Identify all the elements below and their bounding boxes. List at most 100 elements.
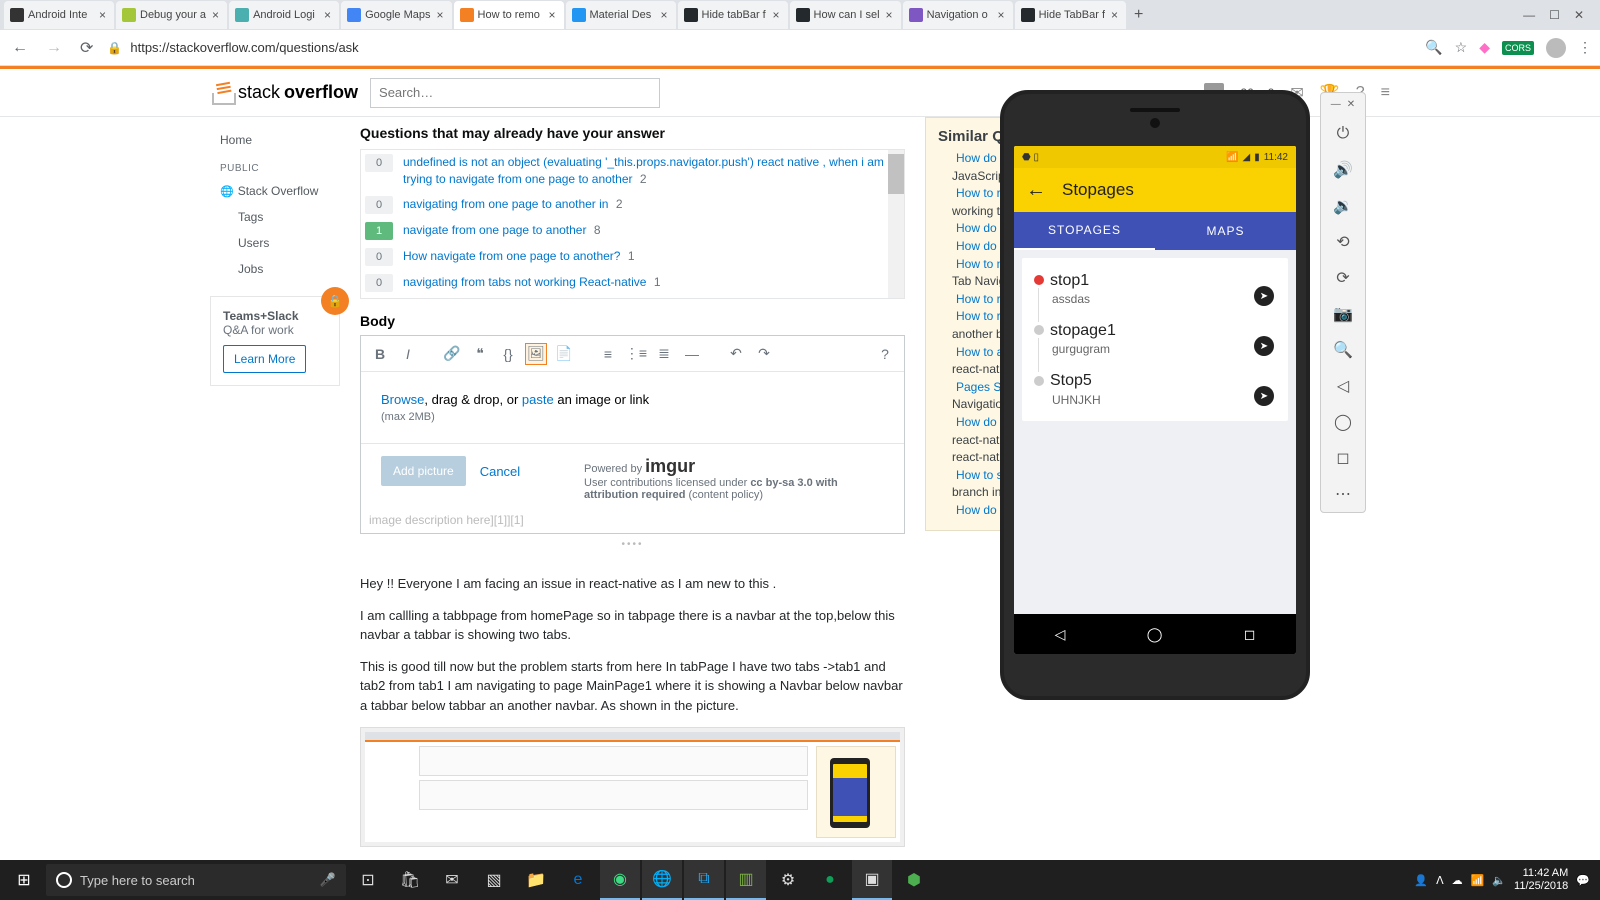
android-studio-icon[interactable]: ◉ [600, 860, 640, 900]
help-icon[interactable]: ? [874, 343, 896, 365]
start-button[interactable]: ⊞ [4, 860, 44, 900]
forward-icon[interactable]: → [42, 35, 66, 61]
browse-link[interactable]: Browse [381, 392, 424, 407]
browser-tab[interactable]: Navigation o× [903, 1, 1013, 29]
code-icon[interactable]: {} [497, 343, 519, 365]
volume-tray-icon[interactable]: 🔈 [1492, 874, 1506, 887]
emu-home-icon[interactable]: ◯ [1328, 410, 1358, 434]
nav-tags[interactable]: Tags [210, 204, 360, 230]
nav-stackoverflow[interactable]: Stack Overflow [210, 178, 360, 204]
reload-icon[interactable]: ⟳ [76, 34, 97, 62]
mail-icon[interactable]: ✉ [432, 860, 472, 900]
minimize-icon[interactable]: — [1523, 8, 1535, 22]
suggestion-row[interactable]: 0How navigate from one page to another? … [361, 244, 904, 270]
search-input[interactable] [370, 78, 660, 108]
avd-icon[interactable]: ⬢ [894, 860, 934, 900]
browser-tab[interactable]: Debug your a× [116, 1, 227, 29]
nav-home[interactable]: Home [210, 127, 360, 153]
emulator-launcher-icon[interactable]: ▥ [726, 860, 766, 900]
suggestion-row[interactable]: 2Show loading when navigate from one vie… [361, 296, 904, 299]
close-icon[interactable]: × [996, 8, 1007, 22]
browser-tab[interactable]: Material Des× [566, 1, 676, 29]
heading-icon[interactable]: ≣ [653, 343, 675, 365]
people-icon[interactable]: 👤 [1414, 874, 1428, 887]
power-icon[interactable]: ⏻ [1328, 122, 1358, 146]
snippet-icon[interactable]: 📄 [553, 343, 575, 365]
browser-tab[interactable]: Android Logi× [229, 1, 339, 29]
nav-back-icon[interactable]: ◁ [1055, 626, 1066, 643]
tab-stopages[interactable]: STOPAGES [1014, 212, 1155, 250]
more-icon[interactable]: ⋯ [1328, 482, 1358, 506]
list-item[interactable]: stop1 assdas ➤ [1022, 264, 1288, 314]
link-icon[interactable]: 🔗 [441, 343, 463, 365]
wifi-tray-icon[interactable]: 📶 [1471, 874, 1485, 887]
taskbar-search[interactable]: Type here to search 🎤 [46, 864, 346, 896]
app-icon[interactable]: ● [810, 860, 850, 900]
add-picture-button[interactable]: Add picture [381, 456, 466, 486]
explorer-icon[interactable]: 📁 [516, 860, 556, 900]
list-item[interactable]: Stop5 UHNJKH ➤ [1022, 364, 1288, 414]
mic-icon[interactable]: 🎤 [320, 872, 336, 888]
emu-back-icon[interactable]: ◁ [1328, 374, 1358, 398]
maximize-icon[interactable]: ☐ [1549, 8, 1560, 22]
hr-icon[interactable]: ― [681, 343, 703, 365]
compass-icon[interactable]: ➤ [1254, 286, 1274, 306]
close-icon[interactable]: × [884, 8, 895, 22]
extension-badge[interactable]: CORS [1502, 41, 1534, 55]
suggestion-row[interactable]: 0navigating from tabs not working React-… [361, 270, 904, 296]
back-arrow-icon[interactable]: ← [1026, 179, 1046, 202]
image-icon[interactable]: 🖼 [525, 343, 547, 365]
learn-more-button[interactable]: Learn More [223, 345, 306, 373]
vscode-icon[interactable]: ⧉ [684, 860, 724, 900]
nav-recent-icon[interactable]: ◻ [1244, 626, 1256, 643]
olist-icon[interactable]: ≡ [597, 343, 619, 365]
zoom-icon[interactable]: 🔍 [1328, 338, 1358, 362]
bookmark-icon[interactable]: ☆ [1455, 39, 1468, 56]
chrome-icon[interactable]: 🌐 [642, 860, 682, 900]
close-icon[interactable]: × [1109, 8, 1120, 22]
redo-icon[interactable]: ↷ [753, 343, 775, 365]
tab-maps[interactable]: MAPS [1155, 212, 1296, 250]
settings-icon[interactable]: ⚙ [768, 860, 808, 900]
extension-icon[interactable]: ◆ [1479, 39, 1490, 56]
browser-tab[interactable]: Hide TabBar f× [1015, 1, 1126, 29]
nav-users[interactable]: Users [210, 230, 360, 256]
zoom-icon[interactable]: 🔍 [1425, 39, 1442, 56]
emu-overview-icon[interactable]: ◻ [1328, 446, 1358, 470]
suggestion-row[interactable]: 1navigate from one page to another 8 [361, 218, 904, 244]
rotate-left-icon[interactable]: ⟲ [1328, 230, 1358, 254]
upload-dropzone[interactable]: Browse, drag & drop, or paste an image o… [361, 372, 904, 443]
suggestion-row[interactable]: 0navigating from one page to another in … [361, 192, 904, 218]
new-tab-button[interactable]: + [1128, 6, 1149, 24]
taskview-icon[interactable]: ⊡ [348, 860, 388, 900]
bold-icon[interactable]: B [369, 343, 391, 365]
browser-tab[interactable]: Android Inte× [4, 1, 114, 29]
clock[interactable]: 11:42 AM 11/25/2018 [1514, 867, 1568, 893]
quote-icon[interactable]: ❝ [469, 343, 491, 365]
close-icon[interactable]: × [435, 8, 446, 22]
nav-home-icon[interactable]: ◯ [1147, 626, 1163, 643]
close-icon[interactable]: × [210, 8, 221, 22]
paste-link[interactable]: paste [522, 392, 554, 407]
close-icon[interactable]: × [97, 8, 108, 22]
browser-tab-active[interactable]: How to remo× [454, 1, 564, 29]
browser-tab[interactable]: How can I sel× [790, 1, 901, 29]
cancel-link[interactable]: Cancel [480, 456, 520, 479]
tray-up-icon[interactable]: ᐱ [1436, 874, 1444, 887]
close-icon[interactable]: × [771, 8, 782, 22]
notifications-icon[interactable]: 💬 [1576, 874, 1590, 887]
resize-handle[interactable]: •••• [360, 534, 905, 554]
ulist-icon[interactable]: ⋮≡ [625, 343, 647, 365]
rotate-right-icon[interactable]: ⟳ [1328, 266, 1358, 290]
back-icon[interactable]: ← [8, 35, 32, 61]
suggestion-row[interactable]: 0undefined is not an object (evaluating … [361, 150, 904, 192]
app-icon[interactable]: ▧ [474, 860, 514, 900]
so-logo[interactable]: stackoverflow [210, 81, 358, 105]
terminal-icon[interactable]: ▣ [852, 860, 892, 900]
volume-down-icon[interactable]: 🔉 [1328, 194, 1358, 218]
emu-minimize-icon[interactable]: — [1331, 99, 1341, 110]
scrollbar[interactable] [888, 150, 904, 298]
browser-tab[interactable]: Hide tabBar f× [678, 1, 788, 29]
list-item[interactable]: stopage1 gurgugram ➤ [1022, 314, 1288, 364]
close-window-icon[interactable]: ✕ [1574, 8, 1584, 22]
